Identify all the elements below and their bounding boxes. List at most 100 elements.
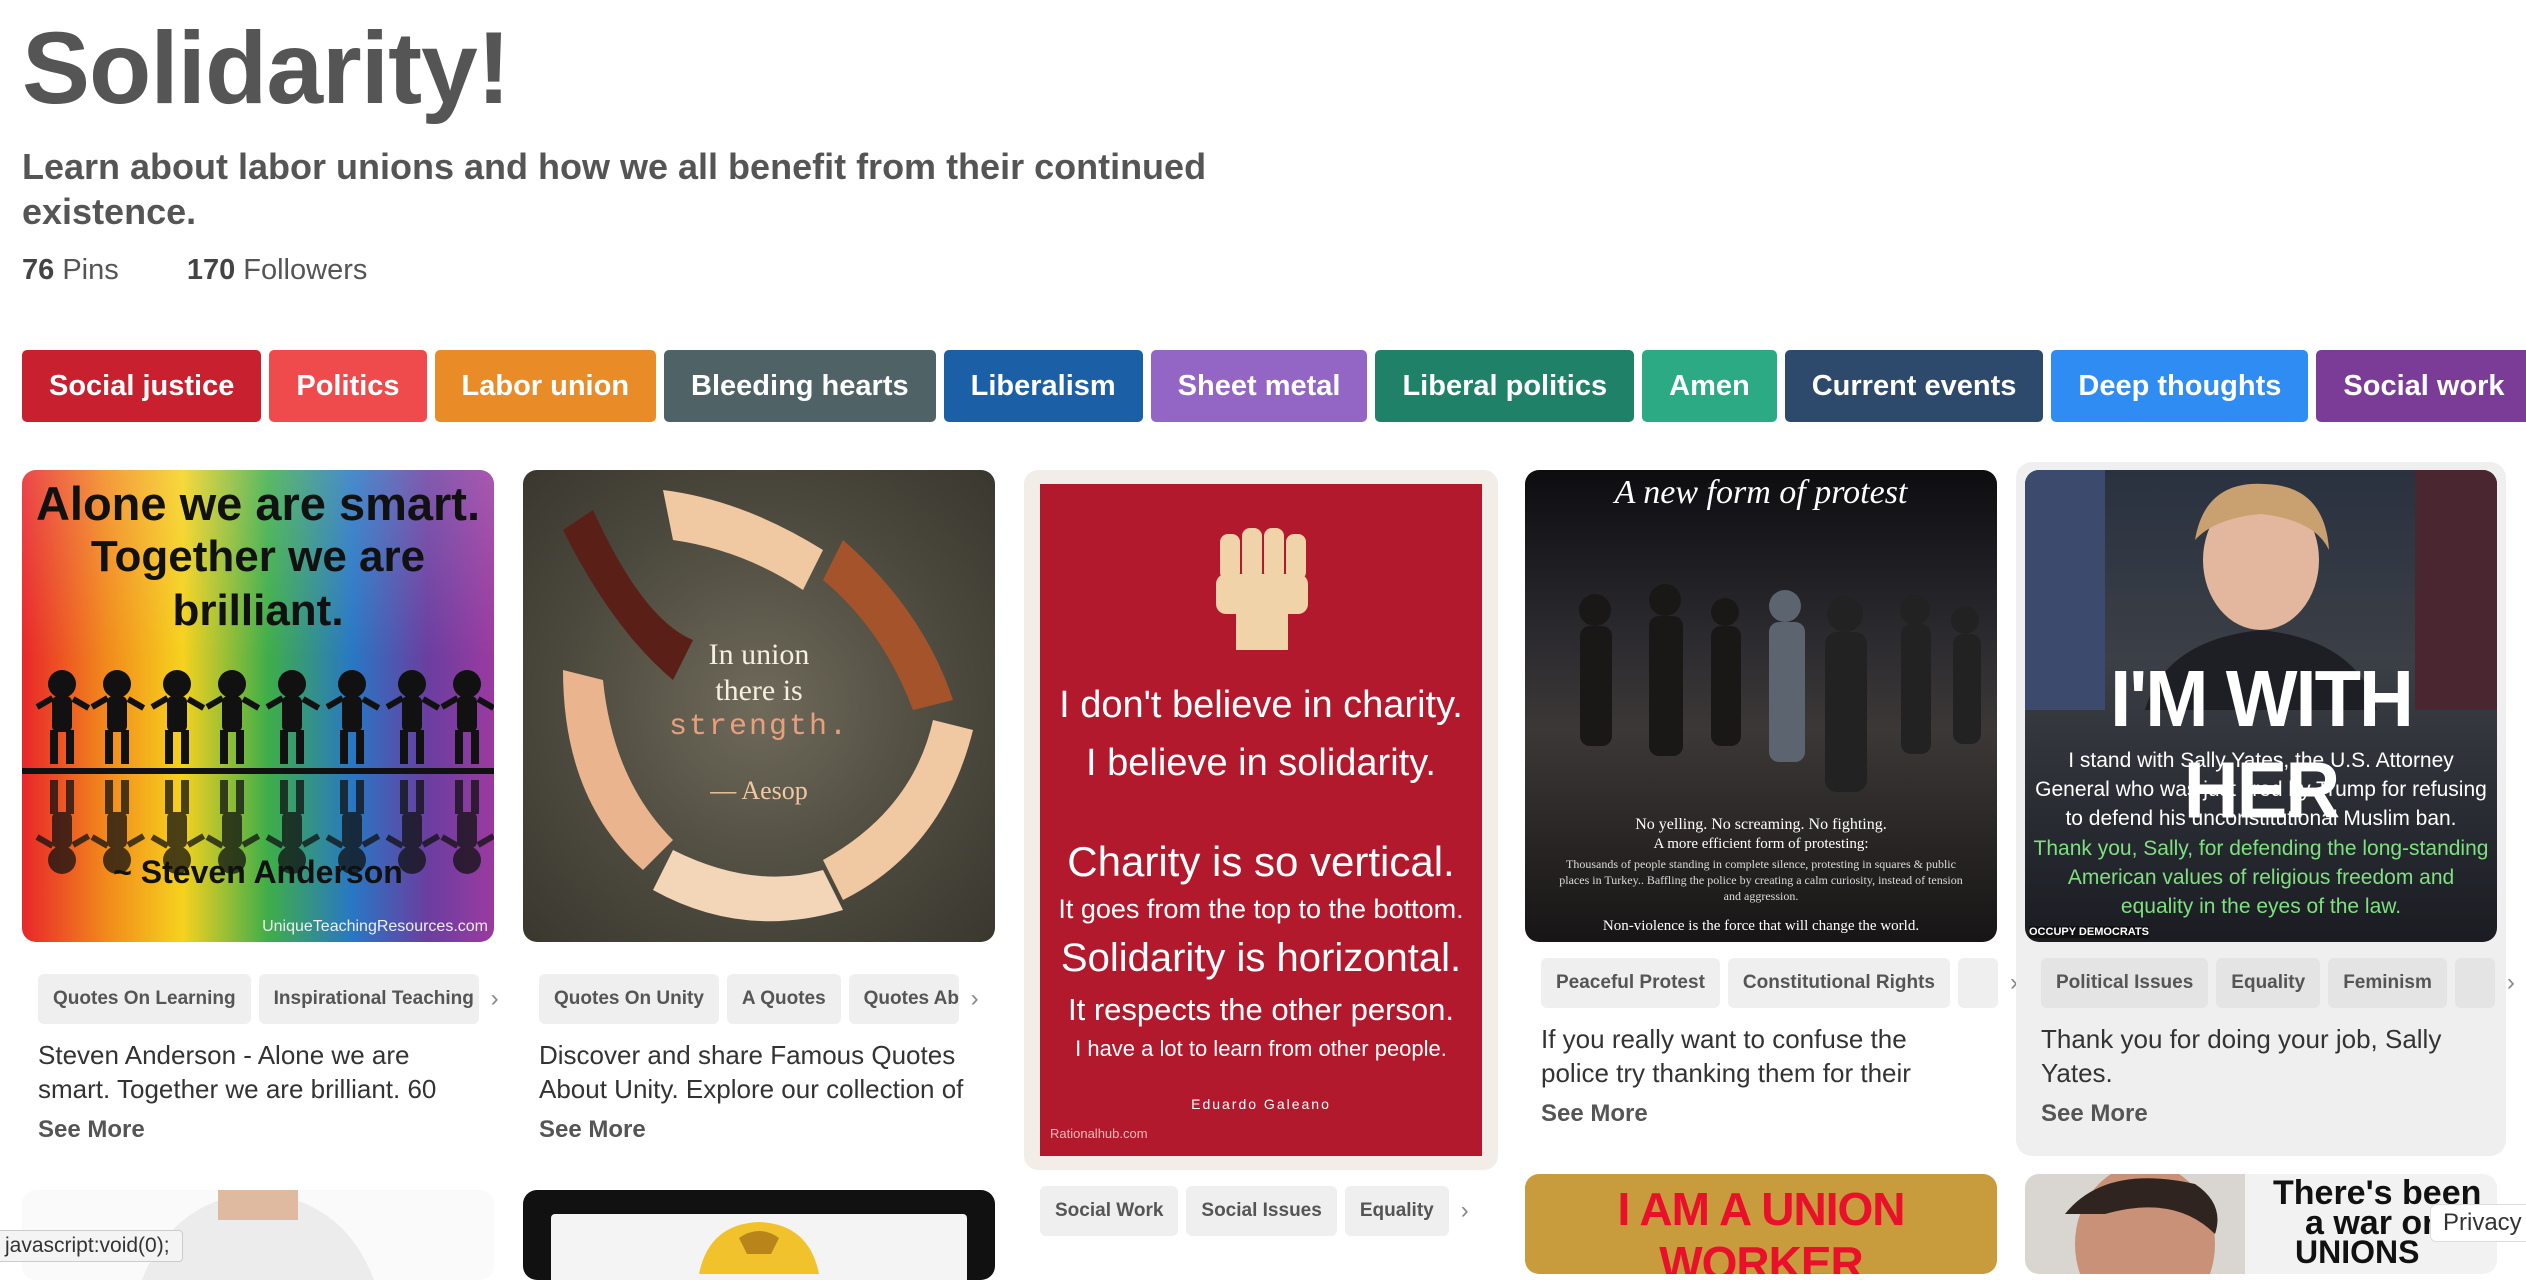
tag-amen[interactable]: Amen: [1642, 350, 1777, 422]
board-stats: 76 Pins 170 Followers: [22, 254, 427, 287]
chip-overflow[interactable]: [2454, 958, 2495, 1008]
pin-image-text: In union: [708, 638, 810, 671]
pin-description: If you really want to confuse the police…: [1541, 1024, 1911, 1088]
pin-image-text: It goes from the top to the bottom.: [1058, 894, 1464, 924]
board-title: Solidarity!: [22, 11, 511, 125]
chevron-right-icon[interactable]: ›: [1457, 1197, 1473, 1225]
pin-image[interactable]: There's been a war on UNIONS: [2025, 1174, 2497, 1274]
chip[interactable]: Social Issues: [1186, 1186, 1337, 1236]
pin-image-text: Charity is so vertical.: [1067, 838, 1455, 885]
tag-liberalism[interactable]: Liberalism: [943, 350, 1143, 422]
followers-count-link[interactable]: 170 Followers: [187, 254, 368, 286]
pin-card[interactable]: I AM A UNION WORKER: [1525, 1174, 1997, 1274]
trophy-icon: [699, 1222, 819, 1274]
pin-image[interactable]: In union there is strength. — Aesop: [523, 470, 995, 942]
see-more-link[interactable]: See More: [2041, 1100, 2148, 1128]
chip[interactable]: Political Issues: [2041, 958, 2209, 1008]
pin-image-credit: OCCUPY DEMOCRATS: [2029, 926, 2149, 938]
chip[interactable]: Quotes On Unity: [539, 974, 719, 1024]
board-tags: Social justice Politics Labor union Blee…: [22, 350, 2526, 422]
pin-image-text: strength.: [668, 710, 850, 744]
pin-image[interactable]: A new form of protest No yelling. No scr…: [1525, 470, 1997, 942]
pin-image[interactable]: I don't believe in charity. I believe in…: [1024, 470, 1498, 1170]
chevron-right-icon[interactable]: ›: [967, 985, 983, 1013]
pin-image[interactable]: I'M WITH HER I stand with Sally Yates, t…: [2025, 470, 2497, 942]
chip[interactable]: Quotes On Learning: [38, 974, 251, 1024]
chip[interactable]: Constitutional Rights: [1727, 958, 1950, 1008]
pin-card[interactable]: [523, 1190, 995, 1280]
chip[interactable]: A Quotes: [726, 974, 841, 1024]
chip[interactable]: Equality: [2216, 958, 2321, 1008]
chip[interactable]: Social Work: [1040, 1186, 1179, 1236]
pin-image-text: UNIONS: [2295, 1234, 2420, 1270]
pin-image-text: I stand with Sally Yates, the U.S. Attor…: [2035, 749, 2487, 830]
pin-card[interactable]: In union there is strength. — Aesop Quot…: [523, 470, 995, 1170]
pin-image-text: Together we are: [90, 532, 426, 581]
pin-chips: Political Issues Equality Feminism ›: [2041, 958, 2519, 1008]
tag-social-work[interactable]: Social work: [2316, 350, 2526, 422]
pin-image-text: Thank you, Sally, for defending the long…: [2033, 837, 2489, 918]
tag-politics[interactable]: Politics: [269, 350, 427, 422]
tag-current-events[interactable]: Current events: [1784, 350, 2044, 422]
pin-card[interactable]: A new form of protest No yelling. No scr…: [1525, 470, 2018, 1170]
pin-image-text: I have a lot to learn from other people.: [1075, 1036, 1447, 1061]
chip[interactable]: Quotes About: [848, 974, 959, 1024]
chip[interactable]: Peaceful Protest: [1541, 958, 1720, 1008]
see-more-link[interactable]: See More: [1541, 1100, 1648, 1128]
tag-sheet-metal[interactable]: Sheet metal: [1150, 350, 1368, 422]
pin-image-text: Solidarity is horizontal.: [1060, 936, 1462, 980]
pin-description: Steven Anderson - Alone we are smart. To…: [38, 1040, 437, 1104]
chevron-right-icon[interactable]: ›: [487, 985, 503, 1013]
pins-count: 76: [22, 254, 55, 286]
browser-status-bar: javascript:void(0);: [0, 1230, 183, 1262]
board-description: Learn about labor unions and how we all …: [22, 146, 1207, 232]
chip[interactable]: Equality: [1344, 1186, 1449, 1236]
pin-image-text: I don't believe in charity.: [1059, 684, 1463, 726]
pin-image-text: Alone we are smart.: [35, 477, 481, 530]
chip-overflow[interactable]: [1958, 958, 1998, 1008]
tag-labor-union[interactable]: Labor union: [434, 350, 657, 422]
chip[interactable]: Feminism: [2328, 958, 2447, 1008]
pin-image-text: Non-violence is the force that will chan…: [1602, 918, 1920, 934]
tag-social-justice[interactable]: Social justice: [22, 350, 262, 422]
tag-liberal-politics[interactable]: Liberal politics: [1375, 350, 1635, 422]
pin-image-text: A new form of protest: [1614, 474, 1908, 511]
pin-image-text: — Aesop: [710, 776, 808, 805]
pin-image-credit: Rationalhub.com: [1050, 1126, 1148, 1141]
pin-description: Discover and share Famous Quotes About U…: [539, 1040, 964, 1104]
see-more-link[interactable]: See More: [38, 1116, 145, 1144]
pin-image-text: Eduardo Galeano: [1191, 1096, 1331, 1112]
pin-chips: Quotes On Unity A Quotes Quotes About ›: [539, 974, 983, 1024]
pin-chips: Social Work Social Issues Equality ›: [1040, 1186, 1473, 1236]
pin-image-text: A more efficient form of protesting:: [1653, 836, 1869, 852]
crowd-silhouette-icon: [1579, 584, 1981, 792]
pin-image-text: ~ Steven Anderson: [113, 854, 403, 890]
see-more-link[interactable]: See More: [539, 1116, 646, 1144]
pin-chips: Peaceful Protest Constitutional Rights ›: [1541, 958, 2022, 1008]
raised-fist-icon: [1216, 528, 1308, 650]
followers-label: Followers: [243, 254, 368, 286]
pin-image[interactable]: Alone we are smart. Together we are bril…: [22, 470, 494, 942]
pin-card[interactable]: Alone we are smart. Together we are bril…: [22, 470, 499, 1170]
tag-deep-thoughts[interactable]: Deep thoughts: [2051, 350, 2309, 422]
privacy-link[interactable]: Privacy: [2430, 1204, 2526, 1242]
pin-chips: Quotes On Learning Inspirational Teachin…: [38, 974, 503, 1024]
pins-count-link[interactable]: 76 Pins: [22, 254, 119, 286]
tag-bleeding-hearts[interactable]: Bleeding hearts: [664, 350, 936, 422]
pin-image-text: Thousands of people standing in complete…: [1559, 857, 1963, 903]
pin-image-credit: UniqueTeachingResources.com: [262, 918, 488, 935]
pin-image-text: No yelling. No screaming. No fighting.: [1635, 816, 1887, 833]
chip[interactable]: Inspirational Teaching: [258, 974, 479, 1024]
pin-description: Thank you for doing your job, Sally Yate…: [2041, 1024, 2442, 1088]
pin-image[interactable]: I AM A UNION WORKER: [1525, 1174, 1997, 1274]
pin-image[interactable]: [523, 1190, 995, 1280]
pin-image-text: brilliant.: [172, 586, 344, 635]
pins-label: Pins: [62, 254, 119, 286]
pin-card[interactable]: I'M WITH HER I stand with Sally Yates, t…: [2016, 462, 2515, 1156]
followers-count: 170: [186, 254, 236, 286]
pin-image-text: there is: [715, 674, 803, 707]
chevron-right-icon[interactable]: ›: [2503, 969, 2519, 997]
pin-image-text: I believe in solidarity.: [1086, 742, 1436, 784]
pin-card[interactable]: There's been a war on UNIONS: [2025, 1174, 2497, 1274]
pin-card[interactable]: I don't believe in charity. I believe in…: [1024, 470, 1498, 1254]
